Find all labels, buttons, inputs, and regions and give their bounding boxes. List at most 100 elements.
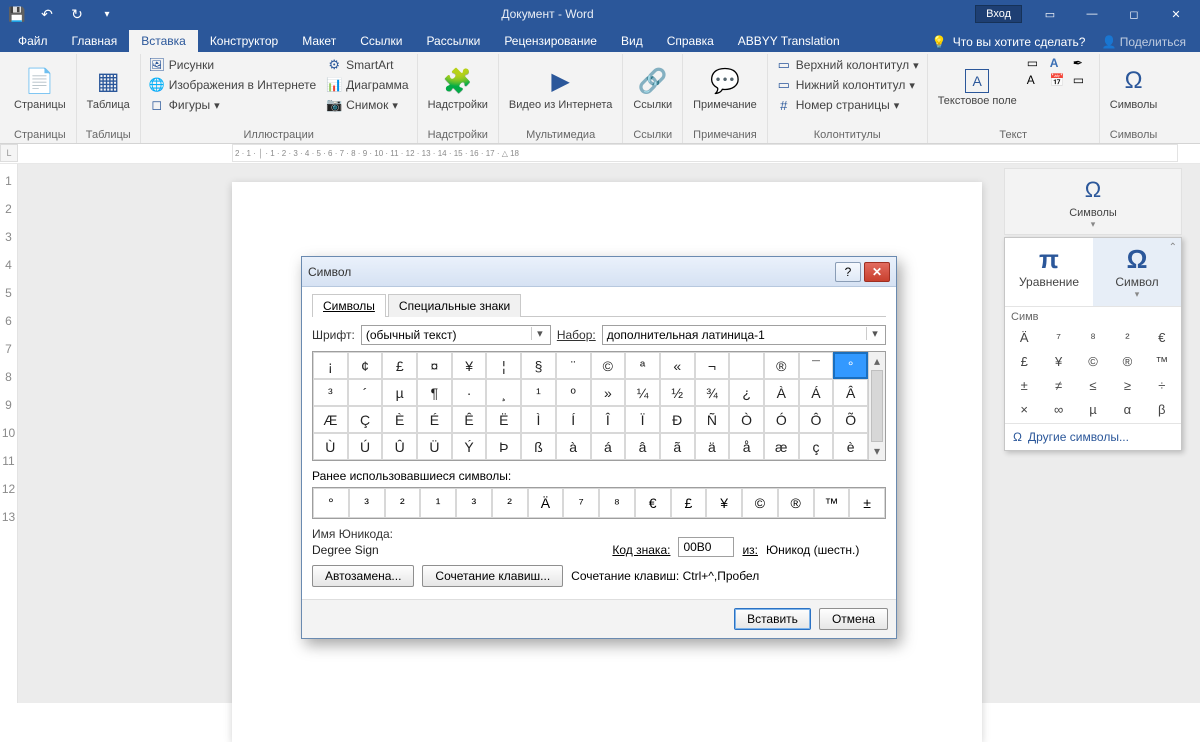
share-button[interactable]: 👤 Поделиться <box>1093 32 1194 52</box>
recent-symbol-cell[interactable]: ± <box>849 488 885 518</box>
symbol-cell[interactable]: ¹ <box>521 379 556 406</box>
symbol-cell[interactable]: ¤ <box>417 352 452 379</box>
chart-button[interactable]: 📊Диаграмма <box>324 76 410 94</box>
table-button[interactable]: ▦Таблица <box>83 56 134 120</box>
symbol-cell[interactable]: Ô <box>799 406 834 433</box>
symbols-tile[interactable]: Ω Символы ▾ <box>1004 168 1182 235</box>
symbol-cell[interactable]: è <box>833 433 868 460</box>
symbol-cell[interactable]: ³ <box>313 379 348 406</box>
date-icon[interactable]: 📅 <box>1050 73 1070 87</box>
help-button[interactable]: ? <box>835 262 861 282</box>
recent-symbols[interactable]: °³²¹³²Ä⁷⁸€£¥©®™± <box>312 487 886 519</box>
symbol-cell[interactable]: £ <box>382 352 417 379</box>
symbol-cell[interactable]: Â <box>833 379 868 406</box>
recent-symbol-cell[interactable]: ° <box>313 488 349 518</box>
tab-layout[interactable]: Макет <box>290 30 348 52</box>
recent-symbol-cell[interactable]: ³ <box>349 488 385 518</box>
comment-button[interactable]: 💬Примечание <box>689 56 761 120</box>
symbol-cell[interactable]: » <box>591 379 626 406</box>
shortcut-button[interactable]: Сочетание клавиш... <box>422 565 563 587</box>
symbol-cell[interactable]: å <box>729 433 764 460</box>
symbol-cell[interactable]: ° <box>833 352 868 379</box>
symbol-cell[interactable]: Ü <box>417 433 452 460</box>
save-icon[interactable]: 💾 <box>4 2 30 26</box>
symbol-cell[interactable]: ÷ <box>1145 373 1179 397</box>
symbol-cell[interactable]: ⁷ <box>1041 325 1075 349</box>
symbol-cell[interactable]: Î <box>591 406 626 433</box>
symbol-cell[interactable]: ß <box>521 433 556 460</box>
symbol-cell[interactable]: ¿ <box>729 379 764 406</box>
symbol-cell[interactable]: Þ <box>486 433 521 460</box>
shapes-button[interactable]: ◻Фигуры▾ <box>147 96 318 114</box>
symbol-cell[interactable]: Ë <box>486 406 521 433</box>
symbol-cell[interactable]: ® <box>1110 349 1144 373</box>
cancel-button[interactable]: Отмена <box>819 608 888 630</box>
dropcap-icon[interactable]: A <box>1027 73 1047 87</box>
symbol-cell[interactable]: ≤ <box>1076 373 1110 397</box>
recent-symbol-cell[interactable]: ² <box>385 488 421 518</box>
symbol-cell[interactable]: ¡ <box>313 352 348 379</box>
font-select[interactable]: (обычный текст) <box>361 325 551 345</box>
recent-symbol-cell[interactable]: ™ <box>814 488 850 518</box>
symbol-cell[interactable]: Ä <box>1007 325 1041 349</box>
symbol-cell[interactable]: Ù <box>313 433 348 460</box>
symbol-cell[interactable]: ¨ <box>556 352 591 379</box>
symbol-cell[interactable]: ≠ <box>1041 373 1075 397</box>
recent-symbol-cell[interactable]: ⁸ <box>599 488 635 518</box>
symbol-cell[interactable]: © <box>1076 349 1110 373</box>
recent-symbol-cell[interactable]: ³ <box>456 488 492 518</box>
smartart-button[interactable]: ⚙SmartArt <box>324 56 410 74</box>
symbol-cell[interactable]: ´ <box>348 379 383 406</box>
symbol-cell[interactable]: Ú <box>348 433 383 460</box>
symbol-cell[interactable]: ä <box>695 433 730 460</box>
symbol-cell[interactable]: á <box>591 433 626 460</box>
symbol-cell[interactable]: Ð <box>660 406 695 433</box>
symbol-cell[interactable]: É <box>417 406 452 433</box>
symbol-cell[interactable]: ¸ <box>486 379 521 406</box>
page-number-button[interactable]: #Номер страницы▾ <box>774 96 921 114</box>
symbol-cell[interactable]: Ý <box>452 433 487 460</box>
symbol-cell[interactable]: ¾ <box>695 379 730 406</box>
symbol-cell[interactable]: « <box>660 352 695 379</box>
login-button[interactable]: Вход <box>975 5 1022 23</box>
symbol-cell[interactable]: ¢ <box>348 352 383 379</box>
symbol-cell[interactable]: â <box>625 433 660 460</box>
symbol-cell[interactable]: À <box>764 379 799 406</box>
signature-icon[interactable]: ✒ <box>1073 56 1093 70</box>
footer-button[interactable]: ▭Нижний колонтитул▾ <box>774 76 921 94</box>
tab-abbyy[interactable]: ABBYY Translation <box>726 30 852 52</box>
screenshot-button[interactable]: 📷Снимок▾ <box>324 96 410 114</box>
symbol-cell[interactable]: € <box>1145 325 1179 349</box>
symbol-cell[interactable]: ª <box>625 352 660 379</box>
symbol-cell[interactable]: ≥ <box>1110 373 1144 397</box>
dialog-close-button[interactable]: ✕ <box>864 262 890 282</box>
video-button[interactable]: ▶Видео из Интернета <box>505 56 616 120</box>
symbol-cell[interactable]: ã <box>660 433 695 460</box>
symbol-cell[interactable]: ⁸ <box>1076 325 1110 349</box>
tab-insert[interactable]: Вставка <box>129 30 198 52</box>
online-pictures-button[interactable]: 🌐Изображения в Интернете <box>147 76 318 94</box>
symbol-cell[interactable]: Ò <box>729 406 764 433</box>
symbol-cell[interactable]: ½ <box>660 379 695 406</box>
subset-select[interactable]: дополнительная латиница-1 <box>602 325 886 345</box>
recent-symbol-cell[interactable]: ¹ <box>420 488 456 518</box>
tab-review[interactable]: Рецензирование <box>492 30 609 52</box>
grid-scrollbar[interactable]: ▴▾ <box>868 352 885 460</box>
symbol-cell[interactable]: ¦ <box>486 352 521 379</box>
recent-symbol-cell[interactable]: ² <box>492 488 528 518</box>
symbol-cell[interactable]: Û <box>382 433 417 460</box>
symbol-cell[interactable]: · <box>452 379 487 406</box>
recent-symbol-cell[interactable]: £ <box>671 488 707 518</box>
symbol-cell[interactable]: º <box>556 379 591 406</box>
close-button[interactable]: ✕ <box>1156 1 1196 27</box>
recent-symbol-cell[interactable]: Ä <box>528 488 564 518</box>
symbol-cell[interactable]: Ï <box>625 406 660 433</box>
symbol-cell[interactable]: § <box>521 352 556 379</box>
tab-design[interactable]: Конструктор <box>198 30 290 52</box>
minimize-button[interactable]: — <box>1072 1 1112 27</box>
maximize-button[interactable]: ◻ <box>1114 1 1154 27</box>
tab-help[interactable]: Справка <box>655 30 726 52</box>
symbol-cell[interactable]: µ <box>1076 397 1110 421</box>
dialog-titlebar[interactable]: Символ ? ✕ <box>302 257 896 287</box>
recent-symbol-cell[interactable]: ⁷ <box>563 488 599 518</box>
